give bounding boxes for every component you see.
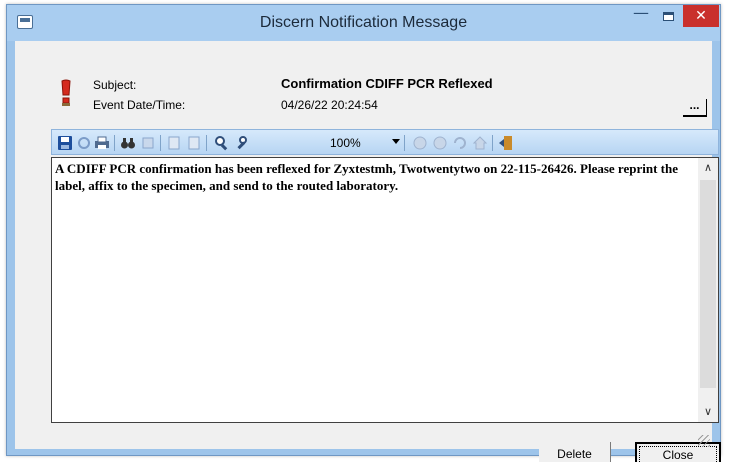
maximize-icon [662, 12, 674, 21]
toolbar-separator [492, 135, 493, 151]
zoom-out-icon[interactable] [236, 135, 252, 151]
window-title: Discern Notification Message [259, 14, 468, 31]
home-icon[interactable] [472, 135, 488, 151]
scroll-down-button[interactable]: ∨ [698, 402, 718, 422]
event-date-value: 04/26/22 20:24:54 [281, 98, 378, 112]
print-icon[interactable] [94, 135, 110, 151]
message-text: A CDIFF PCR confirmation has been reflex… [55, 161, 678, 193]
find-icon[interactable] [120, 135, 136, 151]
refresh-icon[interactable] [76, 135, 92, 151]
resize-grip[interactable] [698, 435, 710, 447]
vertical-scrollbar[interactable]: ∧ ∨ [698, 158, 718, 422]
minimize-button[interactable]: — [627, 5, 655, 29]
title-bar[interactable]: Discern Notification Message — ✕ [7, 5, 720, 41]
toolbar-separator [160, 135, 161, 151]
scroll-track[interactable] [700, 180, 716, 388]
maximize-button[interactable] [655, 5, 681, 29]
toolbar-separator [404, 135, 405, 151]
back-icon[interactable] [412, 135, 428, 151]
forward-icon[interactable] [432, 135, 448, 151]
dialog-body: Subject: Confirmation CDIFF PCR Reflexed… [15, 41, 721, 462]
subject-label: Subject: [93, 78, 137, 92]
viewer-toolbar: 100% [51, 129, 719, 155]
event-date-label: Event Date/Time: [93, 98, 186, 112]
more-options-button[interactable]: ... [683, 99, 707, 117]
exclamation-flag-icon [61, 79, 71, 106]
subject-value: Confirmation CDIFF PCR Reflexed [281, 76, 493, 91]
delete-button[interactable]: Delete [539, 442, 611, 462]
scroll-up-button[interactable]: ∧ [698, 158, 718, 178]
notification-window: Discern Notification Message — ✕ Subject… [6, 4, 721, 462]
toolbar-separator [114, 135, 115, 151]
chevron-down-icon[interactable] [392, 139, 400, 144]
toolbar-separator [206, 135, 207, 151]
find-next-icon[interactable] [140, 135, 156, 151]
refresh-page-icon[interactable] [452, 135, 468, 151]
message-body[interactable]: A CDIFF PCR confirmation has been reflex… [51, 157, 719, 423]
page-setup-icon[interactable] [166, 135, 182, 151]
exit-icon[interactable] [498, 135, 514, 151]
zoom-select[interactable]: 100% [330, 136, 361, 150]
zoom-in-icon[interactable] [214, 135, 230, 151]
save-icon[interactable] [57, 135, 73, 151]
page-icon[interactable] [186, 135, 202, 151]
window-close-button[interactable]: ✕ [683, 5, 719, 27]
close-button-label: Close [639, 446, 717, 462]
